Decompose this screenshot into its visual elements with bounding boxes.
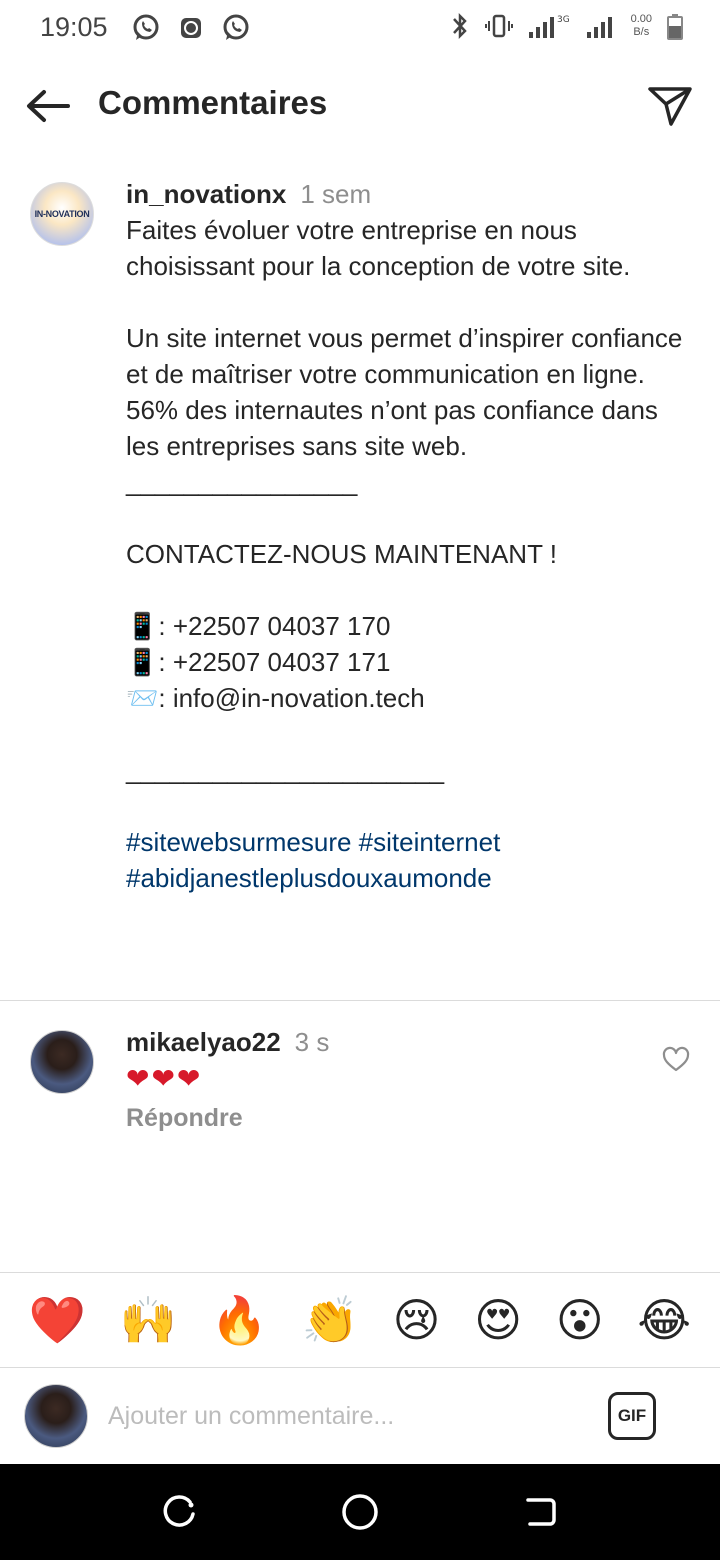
home-icon[interactable] [340,1492,380,1532]
emoji-clap[interactable]: 👏 [302,1292,359,1348]
caption-paragraph [126,788,696,824]
emoji-laughing[interactable]: 😂 [637,1292,691,1348]
emoji-raised-hands[interactable]: 🙌 [120,1292,177,1348]
arrow-left-icon [27,90,70,122]
gif-button[interactable]: GIF [608,1392,656,1440]
heart-outline-icon[interactable] [662,1046,690,1074]
status-bar: 19:05 3G 0.00 B/s [0,0,720,58]
current-user-avatar [24,1384,88,1448]
network-speed-unit: B/s [633,26,650,38]
caption-cta: CONTACTEZ-NOUS MAINTENANT ! [126,539,557,569]
paper-plane-icon [648,87,692,126]
caption-paragraph: Un site internet vous permet d’inspirer … [126,323,683,461]
emoji-heart-eyes[interactable]: 😍 [474,1292,522,1348]
caption-header: in_novationx 1 sem [126,176,696,212]
back-button[interactable] [22,80,74,132]
share-button[interactable] [644,80,696,132]
hashtag-link[interactable]: #siteinternet [359,827,501,857]
signal-3g-icon: 3G [528,15,570,38]
comment-header: mikaelyao22 3 s [126,1024,646,1060]
caption-separator: ______________________ [126,755,445,785]
comment-input[interactable] [108,1394,588,1438]
caption-paragraph: Faites évoluer votre entreprise en nous … [126,215,631,281]
recent-apps-icon[interactable] [160,1492,200,1532]
emoji-heart[interactable]: ❤️ [29,1292,86,1348]
emoji-reaction-bar: ❤️ 🙌 🔥 👏 😢 😍 😮 😂 [0,1272,720,1368]
header: Commentaires [0,58,720,150]
brand-avatar[interactable]: IN-NOVATION [30,182,94,246]
system-nav-bar [0,1464,720,1560]
back-icon[interactable] [520,1492,560,1532]
comment-time: 3 s [294,1027,330,1057]
caption-contacts: 📱: +22507 04037 170 📱: +22507 04037 171 … [126,611,425,713]
page-title: Commentaires [98,84,328,121]
hashtag-link[interactable]: #sitewebsurmesure [126,827,351,857]
status-time: 19:05 [40,12,108,42]
caption-paragraph [126,500,696,536]
emoji-crying[interactable]: 😢 [393,1292,441,1348]
caption-paragraph [126,716,696,752]
emoji-surprised[interactable]: 😮 [556,1292,604,1348]
battery-icon [667,14,683,40]
caption-paragraph [126,284,696,320]
hashtag-link[interactable]: #abidjanestleplusdouxaumonde [126,863,492,893]
caption-username[interactable]: in_novationx [126,179,286,209]
commenter-avatar[interactable] [30,1030,94,1094]
status-right-icons: 3G 0.00 B/s [449,10,684,42]
post-caption: in_novationx 1 sem Faites évoluer votre e… [126,176,696,896]
whatsapp-icon [223,14,249,40]
caption-hashtags: #sitewebsurmesure #siteinternet #abidjan… [126,824,696,896]
bluetooth-icon [452,12,467,40]
app-icon [181,18,201,38]
network-speed-value: 0.00 [630,13,652,25]
comment-username[interactable]: mikaelyao22 [126,1027,281,1057]
signal-icon [586,17,612,38]
comment-item: mikaelyao22 3 s ❤❤❤ Répondre [126,1024,646,1133]
network-speed: 0.00 B/s [631,13,652,39]
whatsapp-icon [133,14,159,40]
brand-avatar-text: IN-NOVATION [34,209,90,219]
svg-text:3G: 3G [557,15,570,25]
vibrate-icon [484,14,513,38]
comment-input-row: GIF [0,1368,720,1464]
caption-divider [0,1000,720,1001]
caption-paragraph [126,572,696,608]
caption-separator: ________________ [126,467,358,497]
reply-button[interactable]: Répondre [126,1104,646,1133]
status-left-icons [130,12,252,44]
comment-text: ❤❤❤ [126,1063,203,1094]
emoji-fire[interactable]: 🔥 [211,1292,268,1348]
caption-time: 1 sem [300,179,372,209]
